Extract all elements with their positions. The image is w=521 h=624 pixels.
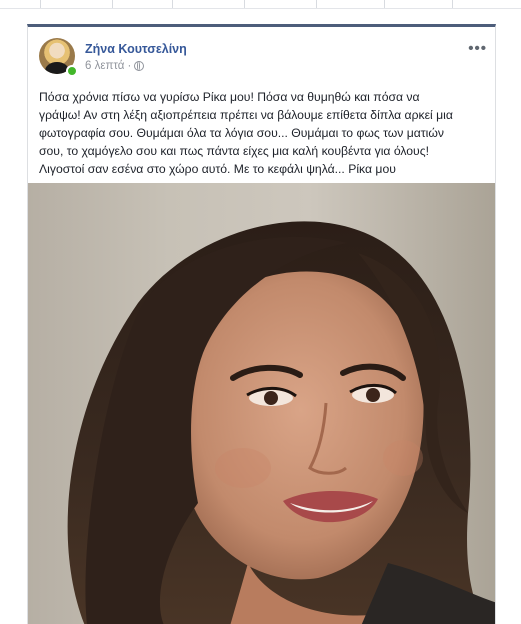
post-time[interactable]: 6 λεπτά xyxy=(85,60,124,72)
post-header: Ζήνα Κουτσελίνη 6 λεπτά · ••• xyxy=(39,38,495,80)
post-card: Ζήνα Κουτσελίνη 6 λεπτά · ••• Πόσα χρόνι… xyxy=(27,24,496,624)
post-photo[interactable] xyxy=(28,183,495,624)
more-options-icon[interactable]: ••• xyxy=(468,40,487,57)
post-meta: 6 λεπτά · xyxy=(85,60,145,72)
meta-separator: · xyxy=(127,60,132,72)
post-text-line: Λιγοστοί σαν εσένα στο χώρο αυτό. Με το … xyxy=(39,162,396,176)
author-name[interactable]: Ζήνα Κουτσελίνη xyxy=(85,42,187,56)
post-text-line: φωτογραφία σου. Θυμάμαι όλα τα λόγια σου… xyxy=(39,126,444,140)
post-text-line: σου, το χαμόγελο σου και πως πάντα είχες… xyxy=(39,144,429,158)
online-status-icon xyxy=(66,65,78,77)
globe-icon[interactable] xyxy=(134,61,145,71)
post-text-line: Πόσα χρόνια πίσω να γυρίσω Ρίκα μου! Πόσ… xyxy=(39,90,420,104)
top-tab-strip xyxy=(0,0,521,9)
portrait-illustration xyxy=(67,221,495,624)
post-text-line: γράψω! Αν στη λέξη αξιοπρέπεια πρέπει να… xyxy=(39,108,453,122)
post-text: Πόσα χρόνια πίσω να γυρίσω Ρίκα μου! Πόσ… xyxy=(39,88,488,178)
